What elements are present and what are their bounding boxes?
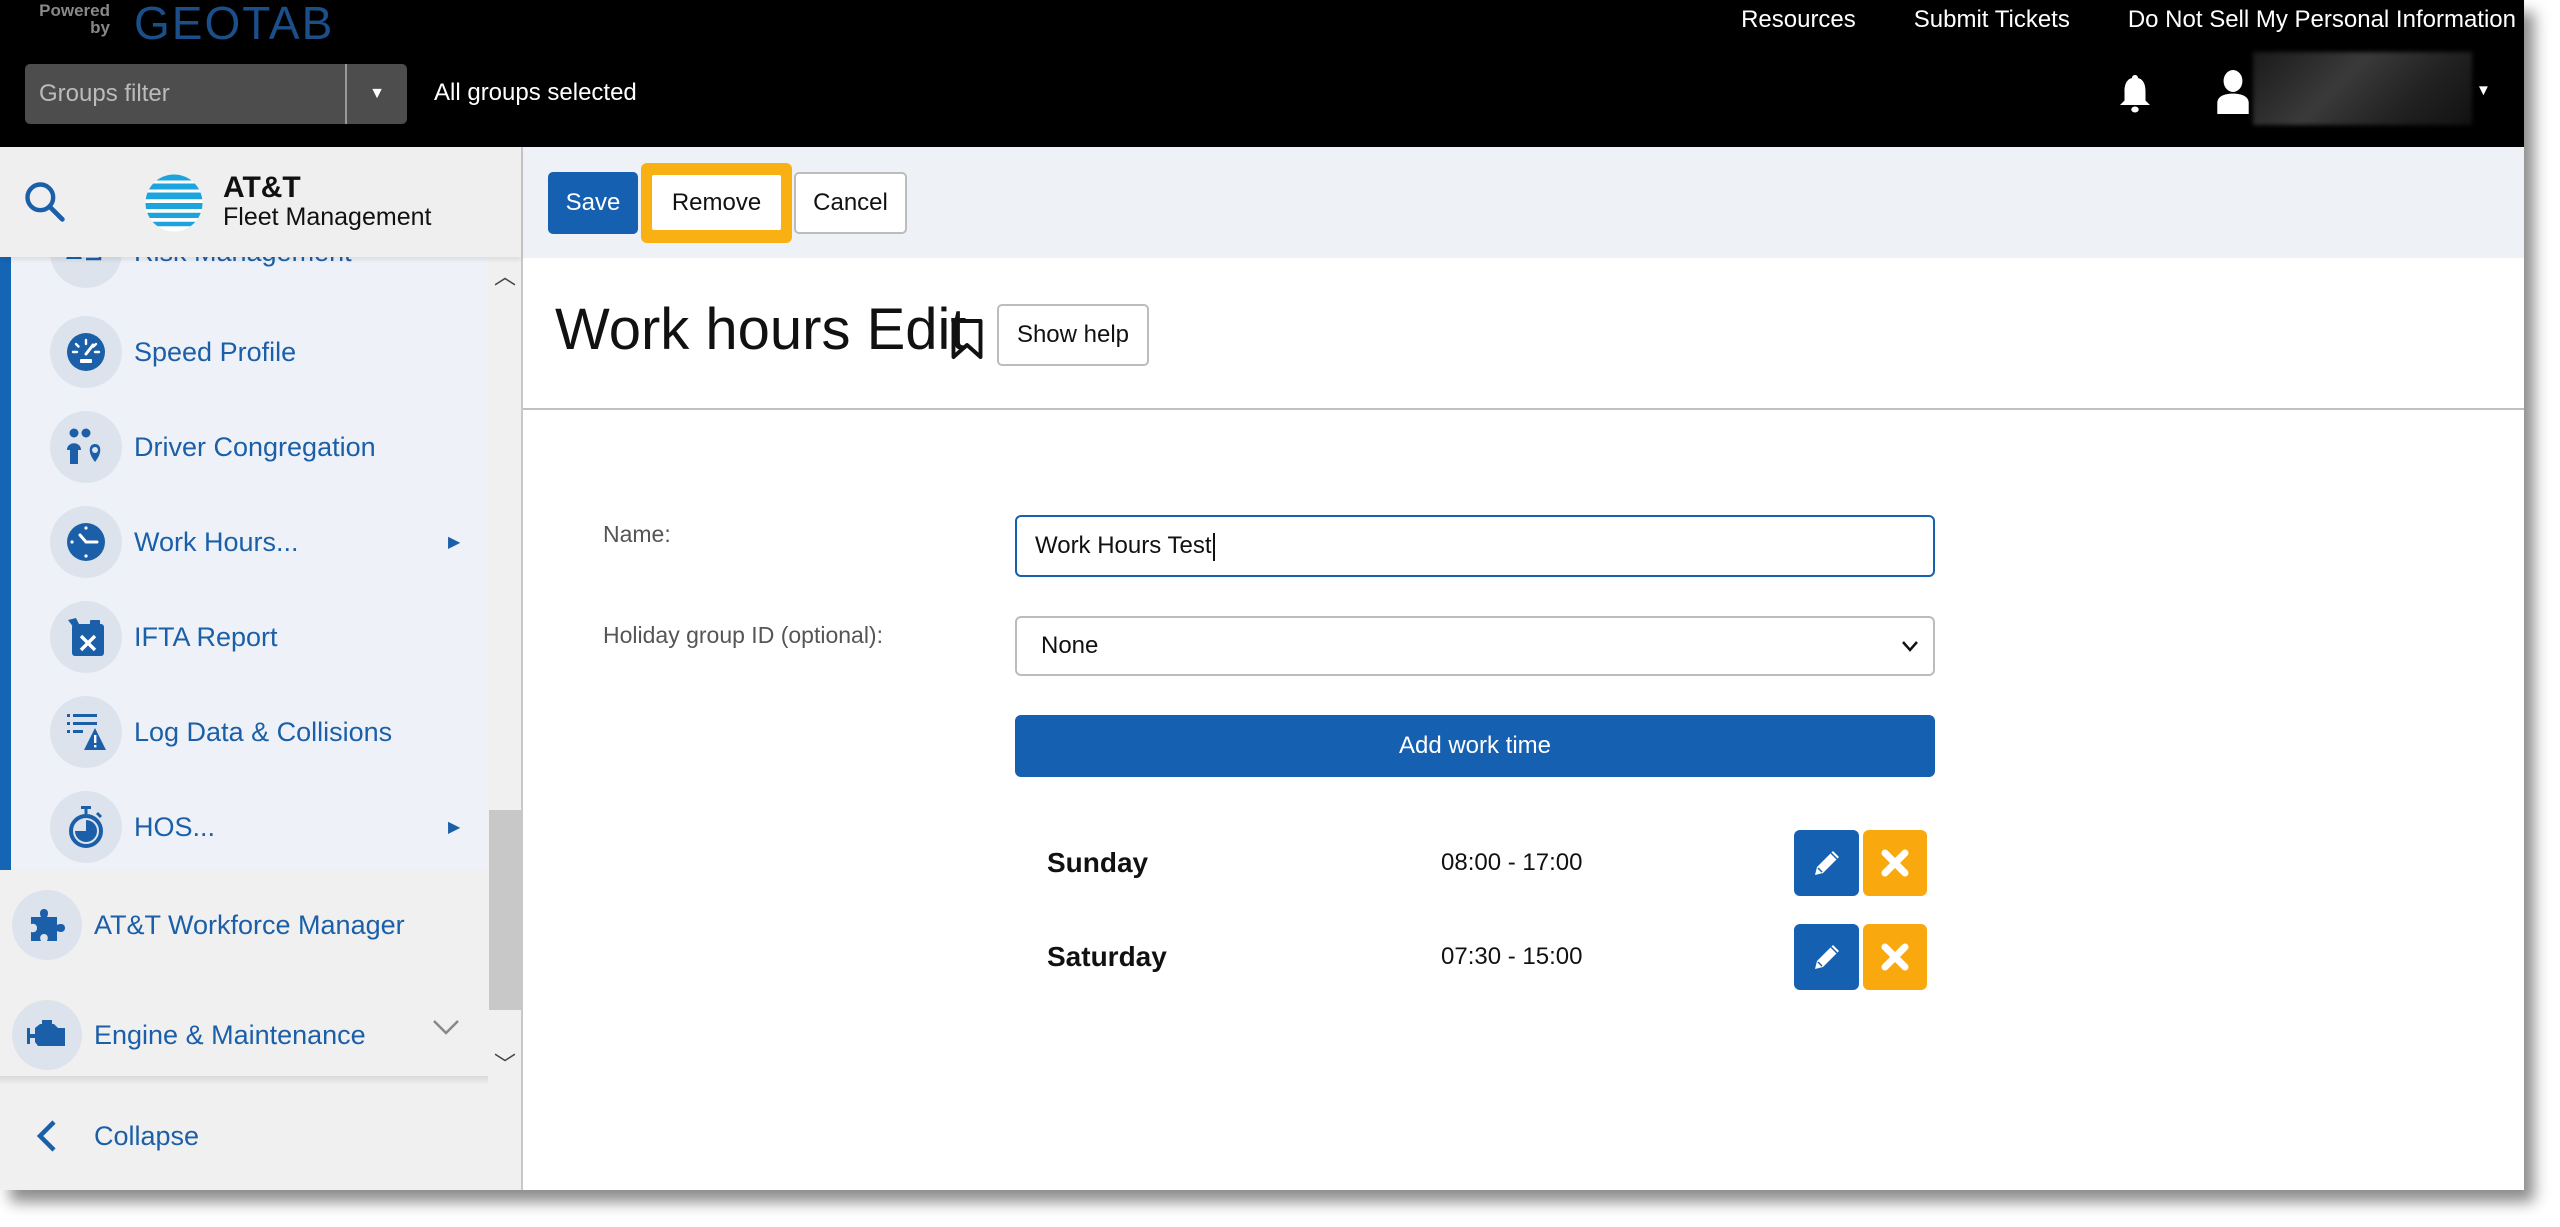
sidebar-item-driver-congregation[interactable]: Driver Congregation: [0, 402, 488, 492]
pencil-icon: [1814, 945, 1839, 969]
sidebar-item-workforce-manager[interactable]: AT&T Workforce Manager: [0, 880, 488, 970]
scroll-up-icon[interactable]: ︿: [494, 259, 516, 291]
edit-work-time-button[interactable]: [1794, 924, 1859, 990]
save-button[interactable]: Save: [548, 172, 638, 234]
name-input[interactable]: Work Hours Test: [1015, 515, 1935, 577]
sidebar-item-risk-management[interactable]: Risk Management: [0, 257, 488, 297]
holiday-group-value: None: [1041, 632, 1099, 659]
remove-button[interactable]: Remove: [652, 175, 781, 230]
collapse-button[interactable]: Collapse: [0, 1107, 488, 1167]
user-name-redacted[interactable]: [2253, 52, 2472, 125]
sidebar-item-label: HOS...: [134, 811, 216, 842]
sidebar-item-label: Driver Congregation: [134, 431, 376, 462]
stopwatch-icon: [50, 791, 122, 863]
clock-icon: [50, 506, 122, 578]
page-title: Work hours Edit: [555, 297, 967, 362]
main-content: Save Remove Cancel Work hours Edit Show …: [523, 147, 2524, 1190]
top-links: Resources Submit Tickets Do Not Sell My …: [1741, 6, 2516, 34]
bookmark-icon[interactable]: [949, 316, 985, 362]
puzzle-icon: [12, 890, 82, 960]
sidebar-item-label: Engine & Maintenance: [94, 1019, 366, 1050]
submenu-arrow-icon: ▶: [448, 819, 461, 836]
groups-filter-dropdown-icon[interactable]: ▼: [347, 64, 407, 124]
delete-work-time-button[interactable]: [1863, 924, 1927, 990]
holiday-group-label: Holiday group ID (optional):: [603, 622, 883, 648]
chevron-left-icon: [36, 1120, 56, 1152]
driver-congregation-icon: [50, 411, 122, 483]
scroll-down-icon[interactable]: ﹀: [494, 1047, 516, 1079]
do-not-sell-link[interactable]: Do Not Sell My Personal Information: [2128, 6, 2516, 34]
close-icon: [1881, 849, 1909, 877]
work-time-range: 08:00 - 17:00: [1441, 849, 1583, 876]
app-window: Powered by GEOTAB Groups filter ▼ All gr…: [0, 0, 2524, 1190]
top-header: Powered by GEOTAB Groups filter ▼ All gr…: [0, 0, 2524, 147]
sidebar-item-label: AT&T Workforce Manager: [94, 909, 405, 940]
log-collision-icon: [50, 696, 122, 768]
collapse-label: Collapse: [94, 1121, 200, 1151]
powered-by-label: Powered by: [39, 1, 110, 37]
sidebar-item-label: Work Hours...: [134, 526, 299, 557]
logo-line1: AT&T: [223, 171, 301, 204]
sidebar-item-label: Risk Management: [134, 257, 352, 268]
page-header: Work hours Edit Show help: [523, 258, 2524, 410]
name-label: Name:: [603, 521, 671, 547]
show-help-button[interactable]: Show help: [997, 304, 1149, 366]
att-fleet-logo-text: AT&T Fleet Management: [223, 171, 432, 232]
sidebar-item-log-data-collisions[interactable]: Log Data & Collisions: [0, 687, 488, 777]
work-time-row: Sunday 08:00 - 17:00: [1015, 830, 1935, 896]
search-icon[interactable]: [22, 179, 66, 223]
sidebar-item-label: Speed Profile: [134, 336, 297, 367]
att-globe-logo-icon: [145, 174, 203, 232]
edit-work-time-button[interactable]: [1794, 830, 1859, 896]
sidebar-scrollbar-thumb[interactable]: [489, 810, 521, 1010]
sidebar-divider: [0, 1076, 488, 1084]
user-icon[interactable]: [2216, 70, 2250, 114]
work-time-day: Sunday: [1047, 847, 1149, 878]
speedometer-icon: [50, 316, 122, 388]
action-toolbar: Save Remove Cancel: [523, 147, 2524, 258]
logo-line2: Fleet Management: [223, 203, 432, 231]
cancel-button[interactable]: Cancel: [794, 172, 907, 234]
fuel-can-icon: [50, 601, 122, 673]
geotab-logo: GEOTAB: [134, 0, 335, 49]
sidebar-item-work-hours[interactable]: Work Hours... ▶: [0, 497, 488, 587]
holiday-group-select[interactable]: None: [1015, 616, 1935, 676]
pencil-icon: [1814, 851, 1839, 875]
sidebar: AT&T Fleet Management Risk Management Sp…: [0, 147, 523, 1190]
submenu-arrow-icon: ▶: [448, 534, 461, 551]
groups-filter-input[interactable]: Groups filter: [39, 64, 170, 124]
sidebar-item-ifta-report[interactable]: IFTA Report: [0, 592, 488, 682]
submenu-area: Risk Management Speed Profile Driver Con…: [0, 257, 488, 870]
sidebar-item-label: Log Data & Collisions: [134, 716, 393, 747]
resources-link[interactable]: Resources: [1741, 6, 1856, 34]
sidebar-item-engine-maintenance[interactable]: Engine & Maintenance: [0, 990, 488, 1080]
risk-icon: [50, 257, 122, 288]
sidebar-item-hos[interactable]: HOS... ▶: [0, 782, 488, 870]
user-menu-caret-icon[interactable]: ▼: [2476, 82, 2491, 99]
sidebar-header: AT&T Fleet Management: [0, 147, 521, 257]
sidebar-item-speed-profile[interactable]: Speed Profile: [0, 307, 488, 397]
delete-work-time-button[interactable]: [1863, 830, 1927, 896]
work-time-row: Saturday 07:30 - 15:00: [1015, 924, 1935, 990]
chevron-down-icon: [1902, 641, 1918, 652]
bell-icon[interactable]: [2116, 72, 2154, 114]
submit-tickets-link[interactable]: Submit Tickets: [1914, 6, 2070, 34]
expand-chevron-icon[interactable]: [432, 1018, 460, 1036]
sidebar-item-label: IFTA Report: [134, 621, 278, 652]
engine-icon: [12, 1000, 82, 1070]
work-time-day: Saturday: [1047, 941, 1167, 972]
name-input-value: Work Hours Test: [1035, 532, 1212, 559]
text-cursor: [1212, 532, 1215, 561]
work-time-range: 07:30 - 15:00: [1441, 943, 1583, 970]
add-work-time-button[interactable]: Add work time: [1015, 715, 1935, 777]
groups-filter[interactable]: Groups filter ▼: [25, 64, 407, 124]
close-icon: [1881, 943, 1909, 971]
